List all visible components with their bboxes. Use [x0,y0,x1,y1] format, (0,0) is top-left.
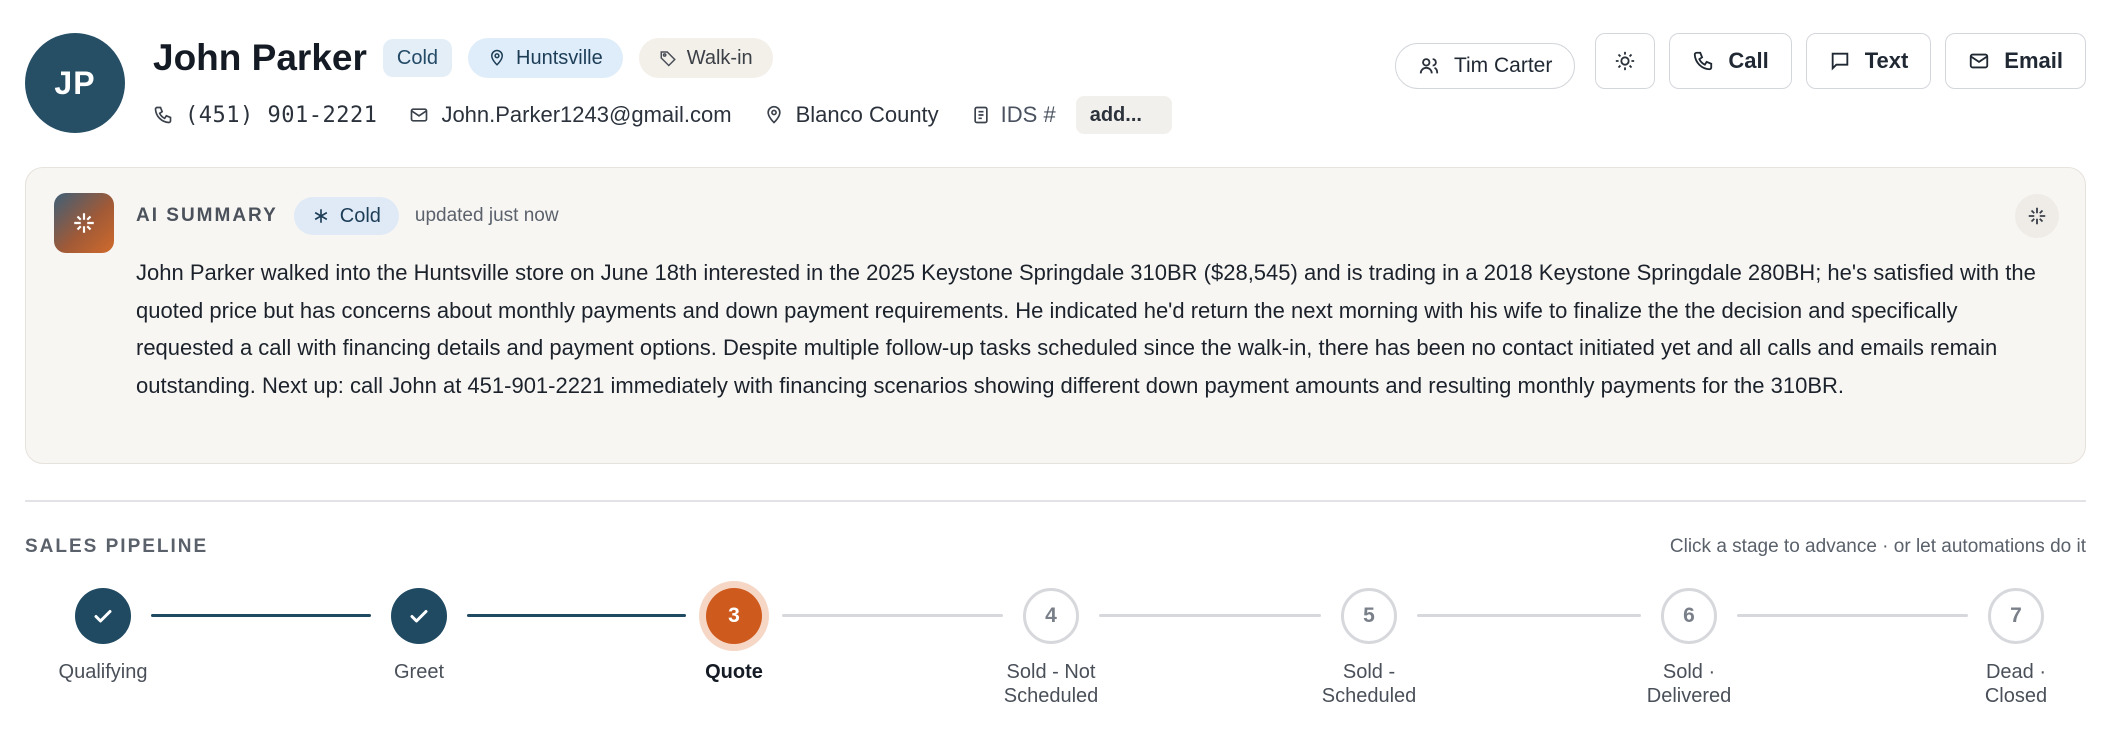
summary-label: AI SUMMARY [136,205,278,226]
assignee-button[interactable]: Tim Carter [1394,42,1576,89]
email-link[interactable]: John.Parker1243@gmail.com [409,102,732,128]
ids-field: IDS # add... [971,96,1172,134]
pipeline-title: SALES PIPELINE [25,536,209,557]
email-label: Email [2004,48,2063,73]
county-info: Blanco County [764,102,939,128]
users-icon [1419,57,1439,73]
ai-logo [54,193,114,253]
avatar-initials: JP [54,64,96,101]
contact-name: John Parker [153,37,367,78]
text-button[interactable]: Text [1805,33,1932,89]
sparkle-icon [2028,207,2046,225]
email-address: John.Parker1243@gmail.com [441,102,732,127]
location-label: Huntsville [516,46,603,69]
stage-indicator[interactable] [75,588,131,644]
assignee-name: Tim Carter [1453,53,1553,77]
summary-temperature-label: Cold [339,204,381,227]
temperature-badge[interactable]: Cold [382,39,453,77]
phone-number: (451) 901-2221 [185,102,378,128]
stage-indicator[interactable]: 3 [706,588,762,644]
summary-text: John Parker walked into the Huntsville s… [136,260,2036,398]
stage-number: 5 [1363,604,1375,627]
pipeline-stage[interactable]: Greet [319,588,519,684]
temperature-label: Cold [396,46,439,69]
text-label: Text [1864,48,1909,73]
pipeline-stage[interactable]: 4 Sold - Not Scheduled [951,588,1151,708]
stage-label: Quote [705,661,763,683]
pipeline-stage[interactable]: Qualifying [3,588,203,684]
location-chip[interactable]: Huntsville [468,38,623,78]
ai-summary-card: AI SUMMARY Cold updated just now John Pa… [25,167,2086,464]
pipeline-hint: Click a stage to advance · or let automa… [1669,536,2086,557]
message-icon [1831,52,1848,71]
mail-icon [411,108,428,122]
stage-indicator[interactable]: 4 [1023,588,1079,644]
title-row: John Parker Cold Huntsville Walk-in [153,35,773,81]
stage-label: Dead · Closed [1984,661,2048,707]
stage-indicator[interactable]: 7 [1988,588,2044,644]
source-label: Walk-in [686,46,753,69]
source-chip[interactable]: Walk-in [638,38,773,78]
stage-label: Greet [393,661,445,683]
stage-number: 6 [1683,604,1695,627]
map-pin-icon [491,49,504,66]
check-icon [410,610,428,623]
stage-number: 4 [1045,604,1057,627]
phone-icon [1694,51,1713,71]
stage-indicator[interactable] [391,588,447,644]
map-pin-icon [766,105,781,124]
stage-indicator[interactable]: 5 [1341,588,1397,644]
pipeline-stage[interactable]: 7 Dead · Closed [1916,588,2111,708]
document-icon [974,106,988,124]
stage-label: Sold - Scheduled [1321,661,1417,707]
email-button[interactable]: Email [1945,33,2086,89]
stage-indicator[interactable]: 6 [1661,588,1717,644]
summary-temperature-badge: Cold [293,197,399,235]
ids-input[interactable]: add... [1075,96,1172,134]
check-icon [94,610,112,623]
stage-label: Sold - Not Scheduled [1003,661,1099,707]
section-divider [25,500,2086,502]
sparkle-icon [74,213,94,233]
summary-updated: updated just now [414,205,559,226]
county-label: Blanco County [795,102,939,127]
stage-number: 7 [2010,604,2022,627]
phone-icon [154,106,172,124]
call-button[interactable]: Call [1669,33,1792,89]
stage-number: 3 [728,604,740,627]
regenerate-summary-button[interactable] [2015,194,2059,238]
pipeline-stage[interactable]: 6 Sold · Delivered [1589,588,1789,708]
theme-toggle-button[interactable] [1595,33,1656,89]
tag-icon [660,51,676,67]
phone-link[interactable]: (451) 901-2221 [153,103,377,128]
contact-meta: (451) 901-2221 John.Parker1243@gmail.com… [153,95,1172,135]
header-actions: Tim Carter Call Text Email [1394,33,2086,89]
contact-header: JP John Parker Cold Huntsville Walk-in (… [25,33,2086,143]
sun-icon [1616,51,1635,71]
call-label: Call [1728,48,1769,73]
pipeline-stage[interactable]: 5 Sold - Scheduled [1269,588,1469,708]
ids-label: IDS # [1000,102,1056,127]
stage-label: Sold · Delivered [1646,661,1732,707]
snowflake-icon [314,209,328,223]
avatar: JP [25,33,125,133]
pipeline-stage[interactable]: 3 Quote [634,588,834,684]
stage-label: Qualifying [58,661,148,683]
mail-icon [1970,53,1989,69]
summary-header: AI SUMMARY Cold updated just now [136,196,559,236]
